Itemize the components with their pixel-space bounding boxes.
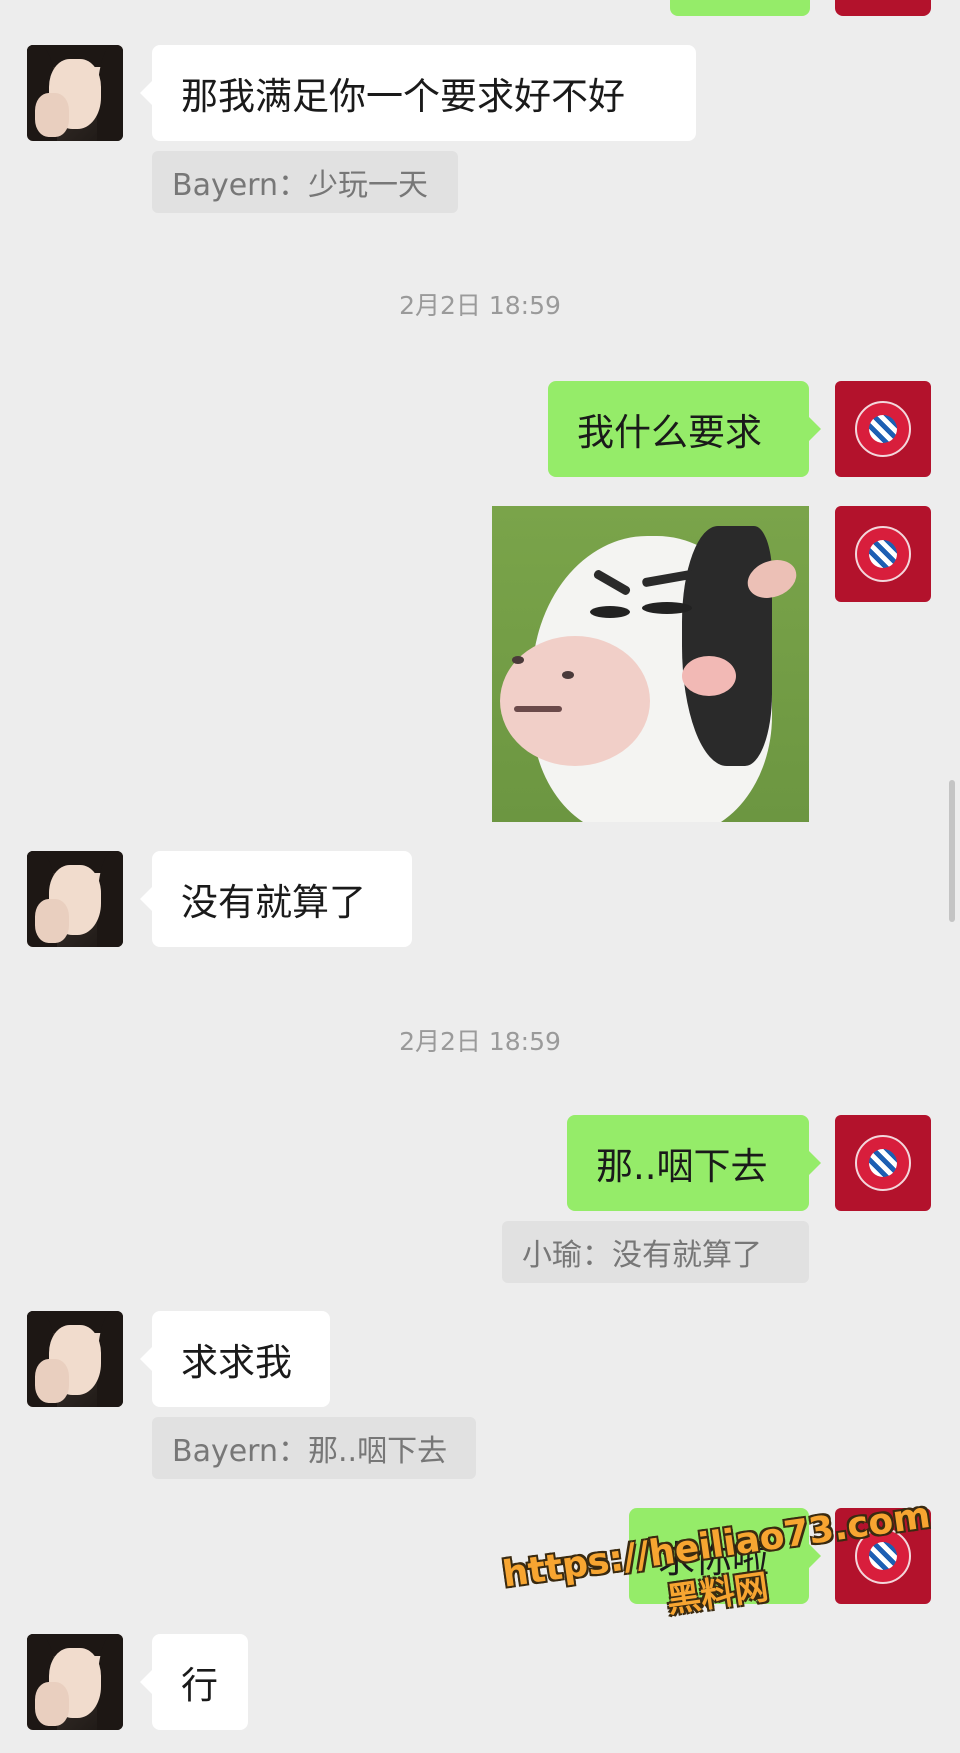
- message-text: 行: [181, 1664, 218, 1707]
- message-text: 没有就算了: [181, 881, 366, 924]
- bayern-avatar[interactable]: [835, 1115, 931, 1211]
- quote-text: Bayern：那..咽下去: [172, 1434, 448, 1469]
- quoted-reply[interactable]: 小瑜：没有就算了: [502, 1221, 809, 1283]
- sent-message[interactable]: 那..咽下去: [567, 1115, 821, 1211]
- quote-text: Bayern：少玩一天: [172, 168, 428, 203]
- timestamp: 2月2日 18:59: [399, 291, 561, 320]
- contact-avatar[interactable]: [27, 851, 123, 947]
- received-message[interactable]: 求求我: [140, 1311, 330, 1407]
- contact-avatar[interactable]: [27, 45, 123, 141]
- partial-bayern-avatar: [835, 0, 931, 16]
- sent-message[interactable]: 我什么要求: [548, 381, 821, 477]
- received-message[interactable]: 那我满足你一个要求好不好: [140, 45, 696, 141]
- quoted-reply[interactable]: Bayern：少玩一天: [152, 151, 458, 213]
- bayern-avatar[interactable]: [835, 506, 931, 602]
- message-text: 那..咽下去: [596, 1145, 768, 1188]
- contact-avatar[interactable]: [27, 1634, 123, 1730]
- quote-text: 小瑜：没有就算了: [522, 1238, 762, 1273]
- cow-sticker-image[interactable]: [492, 506, 809, 822]
- contact-avatar[interactable]: [27, 1311, 123, 1407]
- scrollbar[interactable]: [949, 780, 955, 922]
- bayern-avatar[interactable]: [835, 381, 931, 477]
- received-message[interactable]: 行: [140, 1634, 248, 1730]
- quoted-reply[interactable]: Bayern：那..咽下去: [152, 1417, 476, 1479]
- message-text: 那我满足你一个要求好不好: [181, 75, 625, 118]
- received-message[interactable]: 没有就算了: [140, 851, 412, 947]
- partial-sent-bubble: [670, 0, 810, 16]
- message-text: 我什么要求: [577, 411, 762, 454]
- timestamp: 2月2日 18:59: [399, 1027, 561, 1056]
- message-text: 求求我: [181, 1341, 292, 1384]
